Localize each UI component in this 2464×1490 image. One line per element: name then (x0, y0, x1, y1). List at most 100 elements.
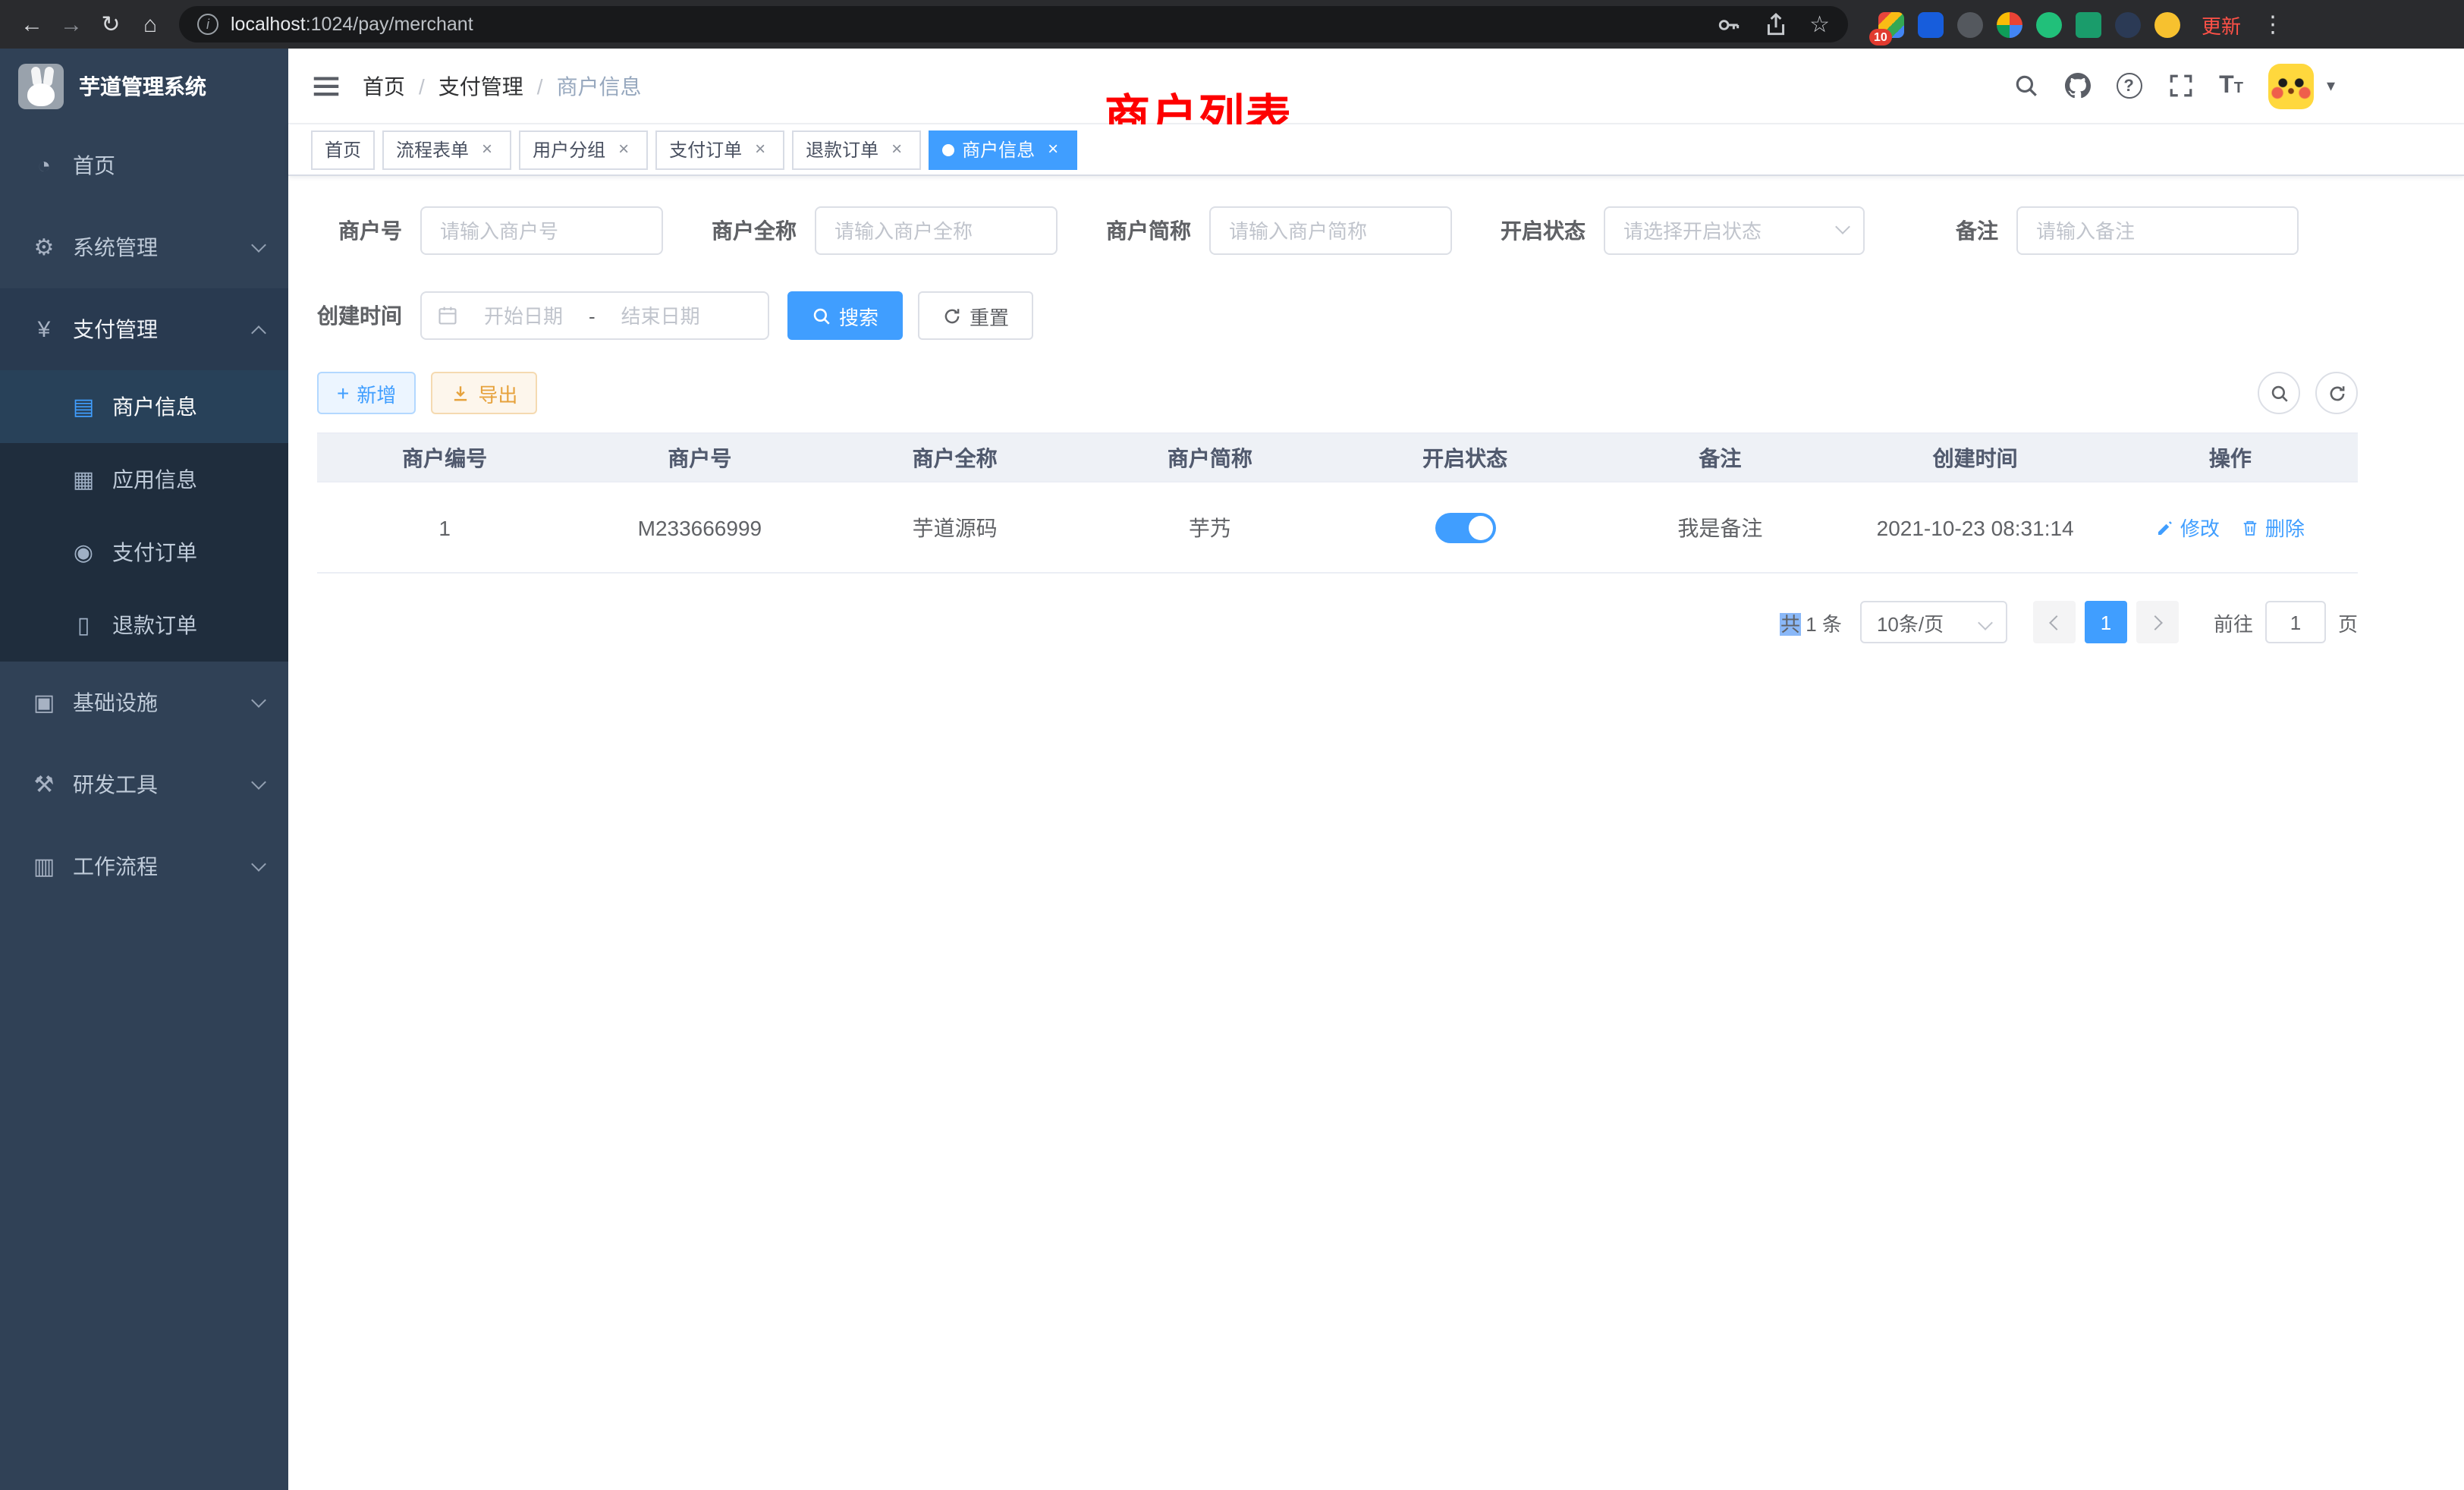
tags-view-bar: 首页 流程表单 × 用户分组 × 支付订单 × 退款订单 × 商户信息 × (288, 124, 2464, 176)
reset-button[interactable]: 重置 (918, 291, 1033, 340)
refresh-icon (942, 306, 962, 325)
tab-refund-order[interactable]: 退款订单 × (792, 130, 921, 169)
close-icon[interactable]: × (476, 139, 498, 160)
date-range-picker[interactable]: - (420, 291, 769, 340)
close-icon[interactable]: × (886, 139, 907, 160)
breadcrumb-current: 商户信息 (557, 71, 642, 101)
filter-merchant-no: 商户号 (317, 206, 663, 255)
browser-forward-button[interactable]: → (52, 5, 91, 44)
tab-process-form[interactable]: 流程表单 × (382, 130, 511, 169)
sidebar-toggle-icon[interactable] (311, 71, 341, 101)
close-icon[interactable]: × (613, 139, 634, 160)
extension-icon[interactable] (2115, 11, 2141, 37)
tab-user-group[interactable]: 用户分组 × (519, 130, 648, 169)
tab-home[interactable]: 首页 (311, 130, 375, 169)
search-button[interactable]: 搜索 (787, 291, 903, 340)
avatar-caret-icon[interactable]: ▾ (2327, 76, 2335, 96)
help-icon[interactable]: ? (2116, 73, 2142, 99)
extension-badge: 10 (1869, 28, 1892, 45)
full-name-input[interactable] (815, 206, 1058, 255)
sidebar-item-payment[interactable]: ¥ 支付管理 (0, 288, 288, 370)
tab-label: 退款订单 (806, 137, 878, 162)
delete-link[interactable]: 删除 (2241, 513, 2305, 542)
merchant-no-input[interactable] (420, 206, 663, 255)
tab-merchant-info[interactable]: 商户信息 × (929, 130, 1077, 169)
search-icon[interactable] (2013, 73, 2038, 99)
create-time-label: 创建时间 (317, 300, 420, 331)
filter-form-row-1: 商户号 商户全称 商户简称 开启状态 (317, 206, 2358, 255)
end-date-input[interactable] (605, 304, 717, 327)
tab-payment-order[interactable]: 支付订单 × (655, 130, 784, 169)
sidebar-subitem-refund-order[interactable]: ▯ 退款订单 (0, 589, 288, 662)
edit-link[interactable]: 修改 (2156, 513, 2220, 542)
browser-home-button[interactable]: ⌂ (130, 5, 170, 44)
search-icon (2269, 383, 2289, 403)
prev-page-button[interactable] (2033, 601, 2076, 643)
extensions-bar: 10 (1878, 11, 2180, 37)
breadcrumb-payment[interactable]: 支付管理 (438, 71, 523, 101)
extension-icon[interactable] (2076, 11, 2101, 37)
merchant-table: 商户编号 商户号 商户全称 商户简称 开启状态 备注 创建时间 操作 1 M23… (317, 432, 2358, 574)
cell-full-name: 芋道源码 (828, 512, 1083, 542)
page-size-select[interactable]: 10条/页 (1860, 601, 2007, 643)
start-date-input[interactable] (467, 304, 580, 327)
address-bar[interactable]: i localhost:1024/pay/merchant ☆ (179, 6, 1848, 42)
status-select-input[interactable] (1604, 206, 1865, 255)
next-page-button[interactable] (2136, 601, 2179, 643)
sidebar-subitem-pay-order[interactable]: ◉ 支付订单 (0, 516, 288, 589)
github-icon[interactable] (2064, 73, 2090, 99)
goto-label: 前往 (2214, 608, 2253, 637)
pagination: 共 1 条 10条/页 1 前往 页 (317, 601, 2358, 643)
user-avatar[interactable] (2269, 63, 2315, 108)
status-toggle[interactable] (1435, 512, 1495, 542)
extension-icon[interactable] (2036, 11, 2062, 37)
add-button[interactable]: + 新增 (317, 372, 416, 414)
close-icon[interactable]: × (750, 139, 771, 160)
browser-profile-avatar[interactable] (2154, 11, 2180, 37)
extension-icon[interactable] (1957, 11, 1983, 37)
close-icon[interactable]: × (1042, 139, 1064, 160)
refresh-table-button[interactable] (2315, 372, 2358, 414)
table-header: 商户编号 (317, 434, 572, 481)
browser-menu-icon[interactable]: ⋮ (2253, 5, 2293, 44)
fullscreen-icon[interactable] (2167, 73, 2193, 99)
bookmark-star-icon[interactable]: ☆ (1809, 13, 1830, 36)
password-key-icon[interactable] (1715, 11, 1741, 37)
extension-icon[interactable] (1997, 11, 2022, 37)
share-icon[interactable] (1762, 11, 1788, 37)
date-range-separator: - (589, 304, 596, 327)
sidebar-item-system[interactable]: ⚙ 系统管理 (0, 206, 288, 288)
merchant-no-label: 商户号 (317, 215, 420, 246)
extension-icon[interactable] (1918, 11, 1944, 37)
sidebar-item-workflow[interactable]: ▥ 工作流程 (0, 825, 288, 907)
extension-icon[interactable]: 10 (1878, 11, 1904, 37)
font-size-icon[interactable]: TT (2219, 74, 2243, 98)
export-button[interactable]: 导出 (431, 372, 537, 414)
sidebar-item-label: 基础设施 (73, 687, 158, 718)
table-header: 商户全称 (828, 434, 1083, 481)
sidebar-subitem-merchant-info[interactable]: ▤ 商户信息 (0, 370, 288, 443)
browser-toolbar: ← → ↻ ⌂ i localhost:1024/pay/merchant ☆ … (0, 0, 2464, 49)
toggle-search-button[interactable] (2258, 372, 2300, 414)
sidebar-item-home[interactable]: ◔ 首页 (0, 124, 288, 206)
goto-page-input[interactable] (2265, 601, 2326, 643)
sidebar-item-infrastructure[interactable]: ▣ 基础设施 (0, 662, 288, 743)
chevron-down-icon (1978, 615, 1993, 630)
table-header: 商户简称 (1083, 434, 1337, 481)
site-info-icon[interactable]: i (197, 14, 218, 35)
tab-label: 首页 (325, 137, 361, 162)
breadcrumb-home[interactable]: 首页 (363, 71, 405, 101)
browser-back-button[interactable]: ← (12, 5, 52, 44)
edit-pencil-icon (2156, 518, 2174, 536)
remark-input[interactable] (2016, 206, 2299, 255)
browser-reload-button[interactable]: ↻ (91, 5, 130, 44)
full-name-label: 商户全称 (712, 215, 815, 246)
short-name-input[interactable] (1209, 206, 1452, 255)
sidebar-subitem-app-info[interactable]: ▦ 应用信息 (0, 443, 288, 516)
sidebar-item-dev-tools[interactable]: ⚒ 研发工具 (0, 743, 288, 825)
filter-status: 开启状态 (1501, 206, 1865, 255)
tab-label: 用户分组 (533, 137, 605, 162)
status-select[interactable] (1604, 206, 1865, 255)
browser-update-button[interactable]: 更新 (2202, 10, 2241, 39)
page-number-1[interactable]: 1 (2085, 601, 2127, 643)
